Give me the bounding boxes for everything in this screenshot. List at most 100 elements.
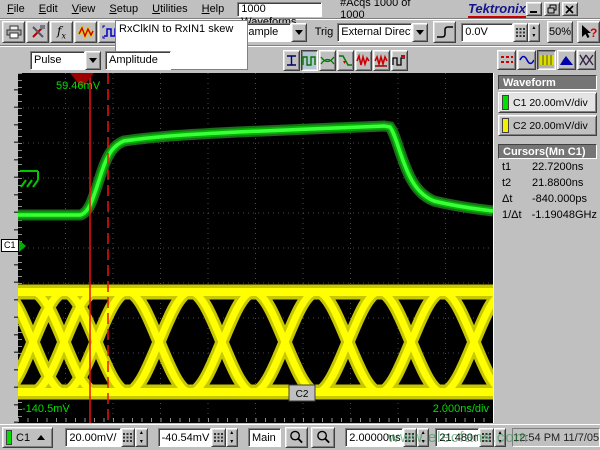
keypad-icon — [516, 28, 525, 37]
spin-up-icon[interactable]: ▴ — [529, 24, 540, 33]
vertical-scale-keypad-button[interactable] — [121, 428, 135, 447]
vertical-offset-keypad-button[interactable] — [211, 428, 225, 447]
pulse-type-dropdown[interactable]: Pulse — [30, 51, 101, 70]
trigger-source-dropdown[interactable]: External Direct — [337, 23, 428, 42]
c1-color-bar — [502, 95, 509, 110]
minimize-button[interactable] — [526, 2, 542, 16]
spin-down-icon[interactable]: ▾ — [136, 438, 146, 447]
measure-burst-width-button[interactable] — [373, 50, 390, 71]
measure-burst-button[interactable] — [355, 50, 372, 71]
histogram-icon — [559, 54, 574, 66]
waveform-panel-header: Waveform — [498, 75, 597, 90]
restore-button[interactable] — [544, 2, 560, 16]
top-scale-value: 59.46mV — [56, 80, 101, 92]
display-histogram-button[interactable] — [557, 50, 576, 70]
horizontal-scale-field[interactable]: 2.00000ns — [345, 428, 402, 447]
sample-mode-arrow[interactable] — [291, 23, 307, 42]
display-intensified-button[interactable] — [537, 50, 556, 70]
spin-down-icon[interactable]: ▾ — [529, 32, 540, 41]
zoom-out-button[interactable] — [311, 427, 335, 448]
cursor-name: Δt — [502, 193, 532, 205]
measure-clock-jitter-button[interactable] — [391, 50, 408, 71]
spin-up-icon[interactable]: ▴ — [495, 429, 505, 438]
channel-c2-button[interactable]: C2 20.00mV/div — [498, 115, 597, 136]
pulse-type-arrow[interactable] — [85, 51, 101, 70]
vertical-scale-spinner[interactable]: ▴▾ — [135, 428, 147, 447]
measurement-name-field[interactable]: Amplitude — [105, 51, 171, 70]
ground-reference-icon — [20, 171, 38, 187]
vertical-scale-field[interactable]: 20.00mV/ — [65, 428, 120, 447]
measure-fall-time-button[interactable] — [337, 50, 354, 71]
horizontal-position-keypad-button[interactable] — [479, 428, 493, 447]
spin-down-icon[interactable]: ▾ — [227, 438, 237, 447]
trigger-source-arrow[interactable] — [412, 23, 428, 42]
trigger-slope-button[interactable] — [433, 21, 456, 43]
channel-select-button[interactable]: C1 — [2, 427, 53, 448]
spin-up-icon[interactable]: ▴ — [418, 429, 428, 438]
chevron-down-icon — [295, 30, 303, 35]
close-icon — [565, 5, 575, 14]
c2-label-box: C2 — [289, 385, 315, 401]
sine-wave-icon — [519, 54, 534, 66]
zoom-in-button[interactable] — [285, 427, 309, 448]
bottom-control-bar: C1 20.00mV/ ▴▾ -40.54mV ▴▾ Main 2.00000n… — [0, 424, 600, 450]
c1-channel-marker[interactable]: C1 — [1, 239, 26, 252]
spin-down-icon[interactable]: ▾ — [418, 438, 428, 447]
cursor-name: t2 — [502, 177, 532, 189]
main-toolbar: fx Sample Trig External Direct — [0, 19, 600, 46]
channel-c1-button[interactable]: C1 20.00mV/div — [498, 92, 597, 113]
vertical-offset-spinner[interactable]: ▴▾ — [226, 428, 238, 447]
measure-amplitude-button[interactable] — [283, 50, 300, 71]
horizontal-position-spinner[interactable]: ▴▾ — [494, 428, 506, 447]
eye-arcs-icon — [320, 53, 335, 68]
tektronix-logo: Tektronix — [468, 1, 526, 18]
tools-icon — [31, 25, 45, 39]
measure-pulse-button[interactable] — [301, 50, 318, 71]
menu-help[interactable]: Help — [195, 1, 232, 17]
magnifier-icon — [289, 430, 304, 445]
svg-text:?: ? — [590, 26, 597, 40]
horizontal-scale-spinner[interactable]: ▴▾ — [417, 428, 429, 447]
amplitude-measure-icon — [285, 53, 298, 68]
menu-utilities[interactable]: Utilities — [145, 1, 194, 17]
display-vector-button[interactable] — [517, 50, 536, 70]
horizontal-scale-keypad-button[interactable] — [403, 428, 417, 447]
display-dots-button[interactable] — [497, 50, 516, 70]
help-cursor-icon: ? — [579, 24, 597, 40]
menu-view[interactable]: View — [65, 1, 103, 17]
menu-edit[interactable]: Edit — [32, 1, 65, 17]
set-50-percent-button[interactable]: 50% — [547, 21, 573, 43]
menu-file[interactable]: File — [0, 1, 32, 17]
cursor-row-t1: t1 22.7200ns — [498, 159, 597, 175]
graticule: 59.46mV -140.5mV 2.000ns/div C2 — [18, 73, 493, 423]
main-view-field[interactable]: Main — [248, 428, 281, 447]
measure-eye-button[interactable] — [319, 50, 336, 71]
clock-display: 12:54 PM 11/7/05 — [512, 428, 600, 447]
waveform-display-button[interactable] — [74, 21, 97, 43]
c1-scale-label: C1 20.00mV/div — [513, 97, 588, 109]
print-button[interactable] — [2, 21, 25, 43]
display-eye-diagram-button[interactable] — [577, 50, 596, 70]
intensified-waveform-icon — [540, 54, 554, 66]
vertical-offset-field[interactable]: -40.54mV — [158, 428, 212, 447]
menu-setup[interactable]: Setup — [102, 1, 145, 17]
chevron-up-icon — [37, 435, 45, 440]
math-function-button[interactable]: fx — [50, 21, 73, 43]
channel-select-label: C1 — [16, 432, 30, 444]
trigger-level-spinner[interactable]: ▴▾ — [528, 23, 541, 42]
spin-up-icon[interactable]: ▴ — [136, 429, 146, 438]
spin-up-icon[interactable]: ▴ — [227, 429, 237, 438]
close-button[interactable] — [562, 2, 578, 16]
cursor-value: 22.7200ns — [532, 161, 583, 173]
pulse-train-icon — [302, 53, 317, 68]
spin-down-icon[interactable]: ▾ — [495, 438, 505, 447]
horizontal-position-field[interactable]: 21.480n — [435, 428, 479, 447]
c1-marker-arrow-icon — [19, 240, 26, 252]
cursor-value: 21.8800ns — [532, 177, 583, 189]
tools-button[interactable] — [26, 21, 49, 43]
help-pointer-button[interactable]: ? — [577, 21, 600, 43]
keypad-icon — [405, 433, 414, 442]
falling-edge-icon — [338, 53, 353, 68]
trigger-level-keypad-button[interactable] — [513, 23, 527, 42]
trigger-level-field[interactable]: 0.0V — [461, 23, 513, 42]
